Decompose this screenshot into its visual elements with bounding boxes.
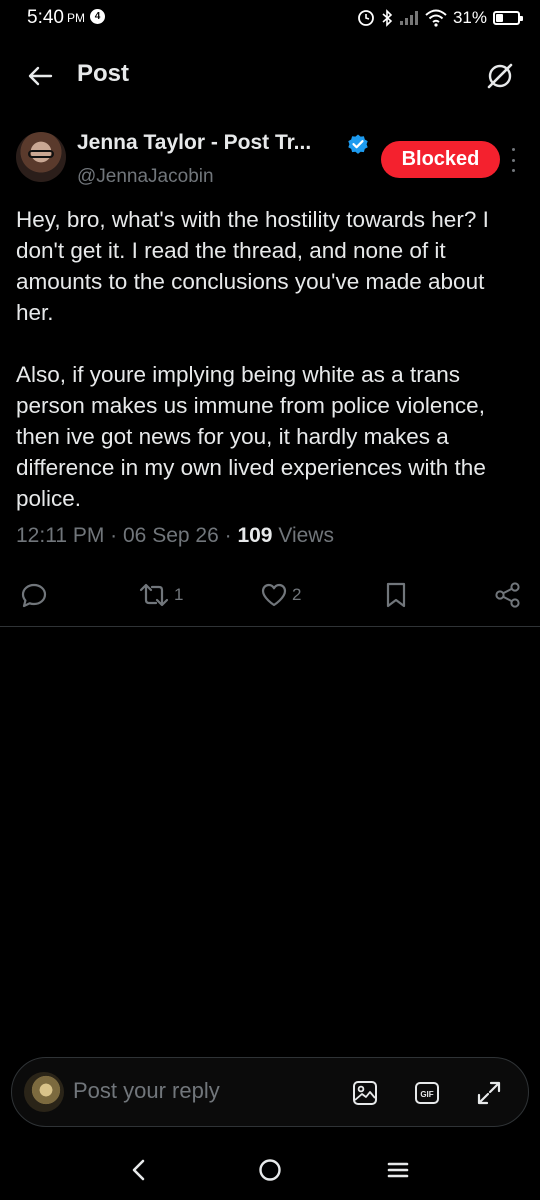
grok-icon — [487, 63, 513, 89]
post-paragraph: Also, if youre implying being white as a… — [16, 362, 486, 511]
system-nav-bar — [0, 1140, 540, 1200]
menu-lines-icon — [387, 1162, 409, 1178]
home-circle-icon — [259, 1159, 281, 1181]
repost-button[interactable]: 1 — [138, 578, 183, 612]
meta-separator: · — [224, 524, 238, 547]
system-recents-button[interactable] — [382, 1154, 414, 1186]
share-icon — [495, 582, 520, 608]
battery-icon — [493, 11, 523, 25]
reply-button[interactable] — [20, 578, 52, 612]
post-date: 06 Sep 26 — [123, 524, 219, 547]
signal-icon — [399, 11, 418, 25]
arrow-left-icon — [28, 66, 53, 86]
status-bar: 5:40 PM 4 31% — [0, 0, 540, 36]
like-button[interactable]: 2 — [260, 578, 301, 612]
like-count: 2 — [292, 585, 302, 604]
views-label: Views — [278, 524, 334, 547]
status-ampm: PM — [67, 11, 85, 25]
system-home-button[interactable] — [254, 1154, 286, 1186]
battery-fill — [496, 14, 503, 22]
wifi-icon — [425, 9, 447, 27]
system-back-button[interactable] — [123, 1154, 155, 1186]
bookmark-icon — [386, 582, 406, 608]
reply-input[interactable]: Post your reply — [73, 1078, 220, 1104]
repost-count: 1 — [174, 585, 184, 604]
expand-icon — [477, 1081, 501, 1105]
battery-percent: 31% — [452, 8, 487, 27]
current-user-avatar — [24, 1072, 64, 1112]
views-count[interactable]: 109 — [237, 524, 272, 547]
post-body: Hey, bro, what's with the hostility towa… — [16, 204, 526, 514]
reply-composer[interactable]: Post your reply GIF — [11, 1057, 529, 1127]
more-options-icon[interactable] — [506, 148, 520, 172]
grok-button[interactable] — [482, 58, 518, 94]
add-image-button[interactable] — [350, 1078, 380, 1108]
post-time: 12:11 PM — [16, 524, 105, 547]
notification-badge: 4 — [90, 9, 105, 24]
page-title: Post — [77, 60, 130, 87]
author-avatar[interactable] — [16, 132, 66, 182]
author-handle[interactable]: @JennaJacobin — [77, 166, 214, 188]
post-meta: 12:11 PM · 06 Sep 26 · 109 Views — [16, 524, 334, 548]
reply-icon — [21, 583, 47, 608]
post-actions: 1 2 — [0, 578, 540, 612]
repost-icon — [139, 583, 169, 607]
post-paragraph: Hey, bro, what's with the hostility towa… — [16, 207, 489, 325]
post-divider — [0, 626, 540, 627]
image-icon — [353, 1081, 377, 1105]
expand-composer-button[interactable] — [474, 1078, 504, 1108]
verified-badge-icon — [348, 134, 368, 154]
bookmark-button[interactable] — [383, 578, 409, 612]
bluetooth-icon — [382, 9, 393, 27]
author-display-name[interactable]: Jenna Taylor - Post Tr... — [77, 131, 311, 155]
app-header: Post — [0, 48, 540, 104]
status-icons: 31% — [357, 6, 523, 30]
add-gif-button[interactable]: GIF — [412, 1078, 442, 1108]
meta-separator: · — [110, 524, 123, 547]
blocked-button[interactable]: Blocked — [381, 141, 500, 178]
heart-icon — [261, 583, 287, 607]
gif-icon: GIF — [415, 1082, 439, 1104]
back-button[interactable] — [24, 60, 56, 92]
chevron-left-icon — [132, 1159, 145, 1181]
share-button[interactable] — [494, 578, 522, 612]
svg-text:GIF: GIF — [420, 1090, 433, 1099]
status-time: 5:40 — [27, 7, 64, 28]
alarm-icon — [358, 10, 374, 26]
avatar-glasses — [28, 150, 54, 158]
